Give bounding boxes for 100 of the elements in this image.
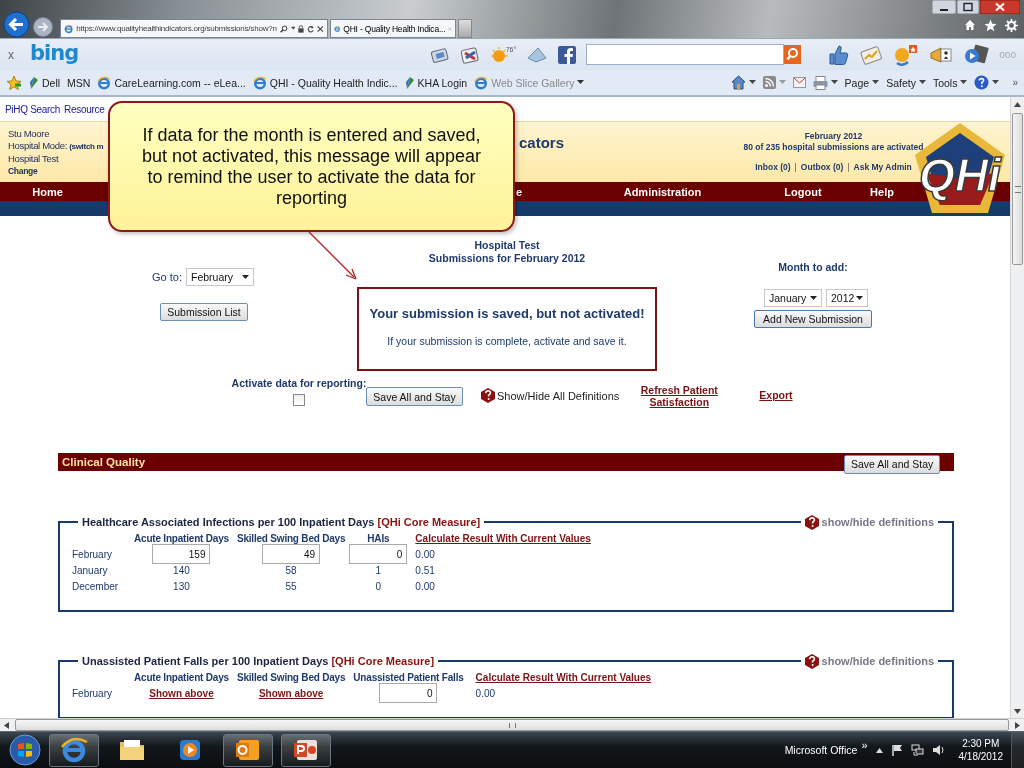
input-field[interactable]: 0 [349, 544, 408, 564]
help-menu-button[interactable] [974, 75, 1000, 90]
change-link[interactable]: Change [8, 165, 38, 177]
caret-icon[interactable] [810, 295, 817, 301]
help-icon[interactable] [481, 388, 495, 403]
scroll-down-arrow-icon[interactable] [1014, 708, 1021, 714]
toolbar-close-button[interactable]: x [8, 47, 14, 62]
feeds-menu-button[interactable] [762, 76, 786, 89]
maximize-button[interactable] [957, 0, 979, 14]
card-icon[interactable] [429, 45, 450, 64]
calendar-icon[interactable] [459, 45, 480, 64]
switch-mode-link[interactable]: (switch m [69, 141, 104, 153]
bulb-icon[interactable] [893, 43, 920, 66]
input-field[interactable]: 49 [262, 544, 321, 564]
mail-icon[interactable] [792, 77, 806, 88]
favorites-link[interactable]: KHA Login [404, 75, 468, 90]
film-icon[interactable] [963, 43, 990, 66]
favorites-star-icon[interactable] [6, 74, 22, 91]
save-all-button[interactable]: Save All and Stay [366, 387, 463, 406]
shown-above-link[interactable]: Shown above [149, 687, 214, 699]
horizontal-scrollbar[interactable] [0, 718, 1024, 731]
close-button[interactable] [980, 0, 1020, 14]
nav-item[interactable]: e [516, 185, 616, 198]
command-menu[interactable]: Safety [886, 76, 926, 89]
top-link[interactable]: Resource [64, 103, 105, 115]
thumbs-up-icon[interactable] [827, 43, 850, 66]
caret-icon[interactable] [830, 80, 838, 85]
help-icon[interactable] [804, 653, 819, 669]
back-button[interactable] [3, 11, 30, 38]
search-button[interactable] [784, 45, 802, 64]
definitions-toggle[interactable]: Show/Hide All Definitions [497, 390, 620, 402]
dropdown[interactable]: January [764, 289, 822, 307]
search-icon[interactable] [279, 22, 288, 35]
vertical-scrollbar[interactable] [1010, 97, 1024, 718]
favorites-link[interactable]: QHI - Quality Health Indic... [252, 75, 398, 90]
header-link[interactable]: Ask My Admin [853, 162, 912, 173]
scroll-up-arrow-icon[interactable] [1014, 101, 1021, 107]
search-field[interactable] [586, 44, 785, 65]
envelope-icon[interactable] [526, 45, 549, 64]
caret-icon[interactable] [241, 274, 249, 280]
input-field[interactable]: 0 [379, 683, 438, 703]
caret-icon[interactable] [918, 80, 926, 85]
dropdown[interactable]: 2012 [826, 289, 868, 307]
print-menu-button[interactable] [812, 75, 838, 90]
caret-icon[interactable] [872, 80, 880, 85]
month-label: February [72, 547, 113, 562]
dropdown[interactable]: February [185, 268, 254, 286]
taskbar-app[interactable] [49, 733, 99, 767]
header-link[interactable]: Inbox (0) [755, 162, 791, 173]
nav-item[interactable]: Logout [760, 185, 846, 198]
nav-item[interactable]: Home [0, 185, 95, 198]
export-link[interactable]: Export [759, 389, 793, 401]
facebook-icon[interactable] [558, 45, 577, 64]
scroll-right-arrow-icon[interactable] [1015, 721, 1020, 729]
command-menu[interactable]: Page [844, 76, 880, 89]
new-tab-button[interactable] [458, 19, 472, 38]
taskbar-app[interactable] [223, 733, 273, 767]
favorites-link[interactable]: Dell [29, 75, 61, 90]
flag-icon[interactable] [890, 744, 903, 756]
favorites-link[interactable]: MSN [67, 76, 91, 89]
activate-checkbox[interactable] [293, 394, 305, 406]
overflow-button[interactable]: » [1012, 77, 1018, 88]
caret-icon[interactable] [577, 80, 585, 85]
close-icon[interactable] [317, 23, 324, 34]
network-icon[interactable] [910, 744, 924, 756]
help-icon[interactable] [804, 514, 819, 530]
submission-list-button[interactable]: Submission List [160, 303, 248, 321]
save-all-button[interactable]: Save All and Stay [844, 454, 940, 474]
speaker-icon[interactable] [931, 744, 945, 756]
scroll-left-arrow-icon[interactable] [4, 721, 9, 729]
start-button[interactable] [9, 734, 41, 766]
nav-item[interactable]: Administration [616, 185, 709, 198]
home-menu-button[interactable] [730, 75, 756, 90]
caret-icon[interactable] [960, 80, 968, 85]
address-bar[interactable]: https://www.qualityhealthindicators.org/submissions/show?n [60, 19, 328, 38]
input-field[interactable]: 159 [152, 544, 211, 564]
clock[interactable]: 2:30 PM 4/18/2012 [958, 737, 1003, 763]
shown-above-link[interactable]: Shown above [258, 687, 324, 699]
calculate-link[interactable]: Calculate Result With Current Values [407, 532, 591, 544]
forward-button[interactable] [32, 16, 54, 38]
favorites-star-icon[interactable] [984, 19, 997, 32]
favorites-link[interactable]: CareLearning.com -- eLea... [97, 75, 246, 90]
top-link[interactable]: PiHQ Search [5, 103, 61, 115]
caret-icon[interactable] [856, 295, 863, 301]
header-link[interactable]: Outbox (0) [800, 162, 844, 173]
nav-item[interactable]: Help [846, 185, 918, 198]
add-new-submission-button[interactable]: Add New Submission [754, 310, 872, 328]
settings-icon[interactable] [1005, 19, 1018, 32]
command-menu[interactable]: Tools [932, 76, 968, 89]
calculate-link[interactable]: Calculate Result With Current Values [467, 671, 652, 683]
home-icon[interactable] [964, 19, 976, 31]
caret-icon[interactable] [290, 26, 296, 31]
caret-icon[interactable] [992, 80, 1000, 85]
minimize-button[interactable] [932, 0, 956, 14]
taskbar-app[interactable] [281, 733, 331, 767]
toolbar-expand-button[interactable]: » [861, 739, 868, 751]
caret-icon[interactable] [748, 80, 756, 85]
browser-tab[interactable]: QHI - Quality Health Indica... [330, 19, 456, 38]
show-hidden-icons-button[interactable] [875, 747, 883, 753]
refresh-link[interactable]: Refresh Patient Satisfaction [639, 384, 720, 408]
